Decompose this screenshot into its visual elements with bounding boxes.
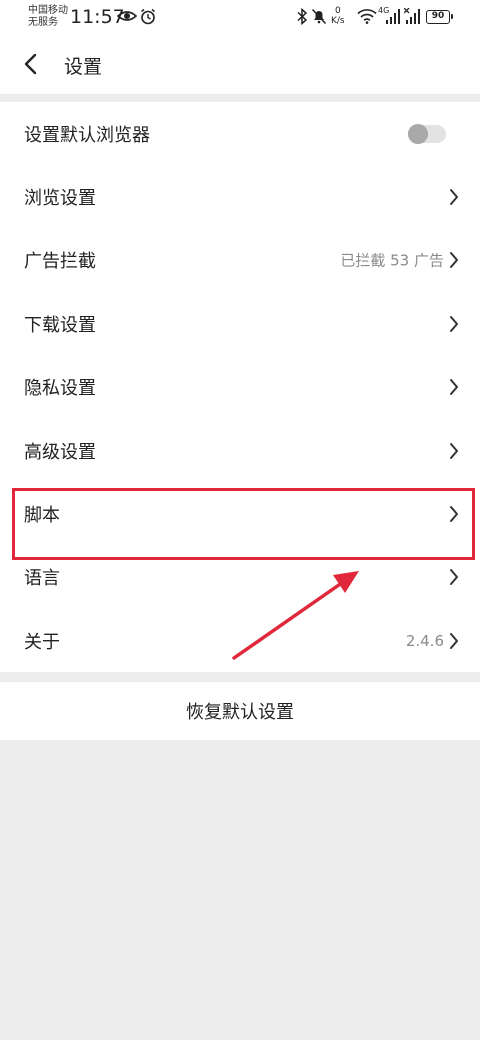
settings-item-advanced[interactable]: 高级设置: [0, 419, 480, 482]
default-browser-toggle[interactable]: [408, 123, 446, 144]
settings-item-label: 隐私设置: [24, 378, 96, 400]
settings-item-label: 设置默认浏览器: [24, 124, 150, 146]
header-bar: 设置: [0, 34, 480, 94]
network-speed: 0 K/s: [331, 6, 345, 26]
chevron-right-icon: [450, 569, 458, 586]
settings-item-script[interactable]: 脚本: [0, 482, 480, 545]
signal-icon-1: [386, 9, 400, 24]
eye-icon: [117, 11, 137, 21]
toggle-knob: [408, 123, 428, 144]
settings-item-label: 下载设置: [24, 314, 96, 336]
mute-bell-icon: [311, 8, 327, 25]
signal-icon-2: [404, 8, 420, 24]
settings-item-label: 脚本: [24, 505, 60, 527]
alarm-icon: [141, 8, 155, 25]
chevron-right-icon: [450, 315, 458, 332]
settings-item-label: 浏览设置: [24, 188, 96, 210]
settings-item-about[interactable]: 关于 2.4.6: [0, 609, 480, 672]
settings-item-ad-block[interactable]: 广告拦截 已拦截 53 广告: [0, 229, 480, 292]
service-status: 无服务: [28, 17, 58, 28]
chevron-right-icon: [450, 252, 458, 269]
reset-defaults-button[interactable]: 恢复默认设置: [0, 682, 480, 740]
speed-unit: K/s: [331, 16, 345, 26]
settings-item-default-browser[interactable]: 设置默认浏览器: [0, 102, 480, 165]
blocked-ads-count: 已拦截 53 广告: [340, 251, 444, 270]
settings-item-label: 高级设置: [24, 441, 96, 463]
settings-item-label: 关于: [24, 631, 60, 653]
app-version: 2.4.6: [405, 631, 444, 650]
settings-item-language[interactable]: 语言: [0, 546, 480, 609]
carrier-info: 中国移动 无服务: [28, 5, 68, 29]
page-title: 设置: [64, 56, 103, 78]
back-arrow-icon[interactable]: [16, 48, 48, 80]
reset-defaults-label: 恢复默认设置: [186, 702, 294, 723]
bluetooth-icon: [297, 8, 308, 25]
speed-value: 0: [334, 6, 341, 16]
chevron-right-icon: [450, 379, 458, 396]
settings-item-download[interactable]: 下载设置: [0, 292, 480, 355]
battery-icon: 90: [426, 10, 453, 24]
chevron-right-icon: [450, 632, 458, 649]
status-bar: 中国移动 无服务 11:57 0 K/s 4G 90: [0, 0, 480, 34]
chevron-right-icon: [450, 189, 458, 206]
settings-item-privacy[interactable]: 隐私设置: [0, 356, 480, 419]
settings-list: 设置默认浏览器 浏览设置 广告拦截 已拦截 53 广告 下载设置 隐私设置 高级…: [0, 102, 480, 672]
settings-item-label: 语言: [24, 568, 60, 590]
settings-item-browsing[interactable]: 浏览设置: [0, 165, 480, 228]
chevron-right-icon: [450, 506, 458, 523]
wifi-icon: [357, 9, 377, 24]
chevron-right-icon: [450, 442, 458, 459]
settings-item-label: 广告拦截: [24, 251, 96, 273]
carrier-name: 中国移动: [28, 5, 68, 16]
